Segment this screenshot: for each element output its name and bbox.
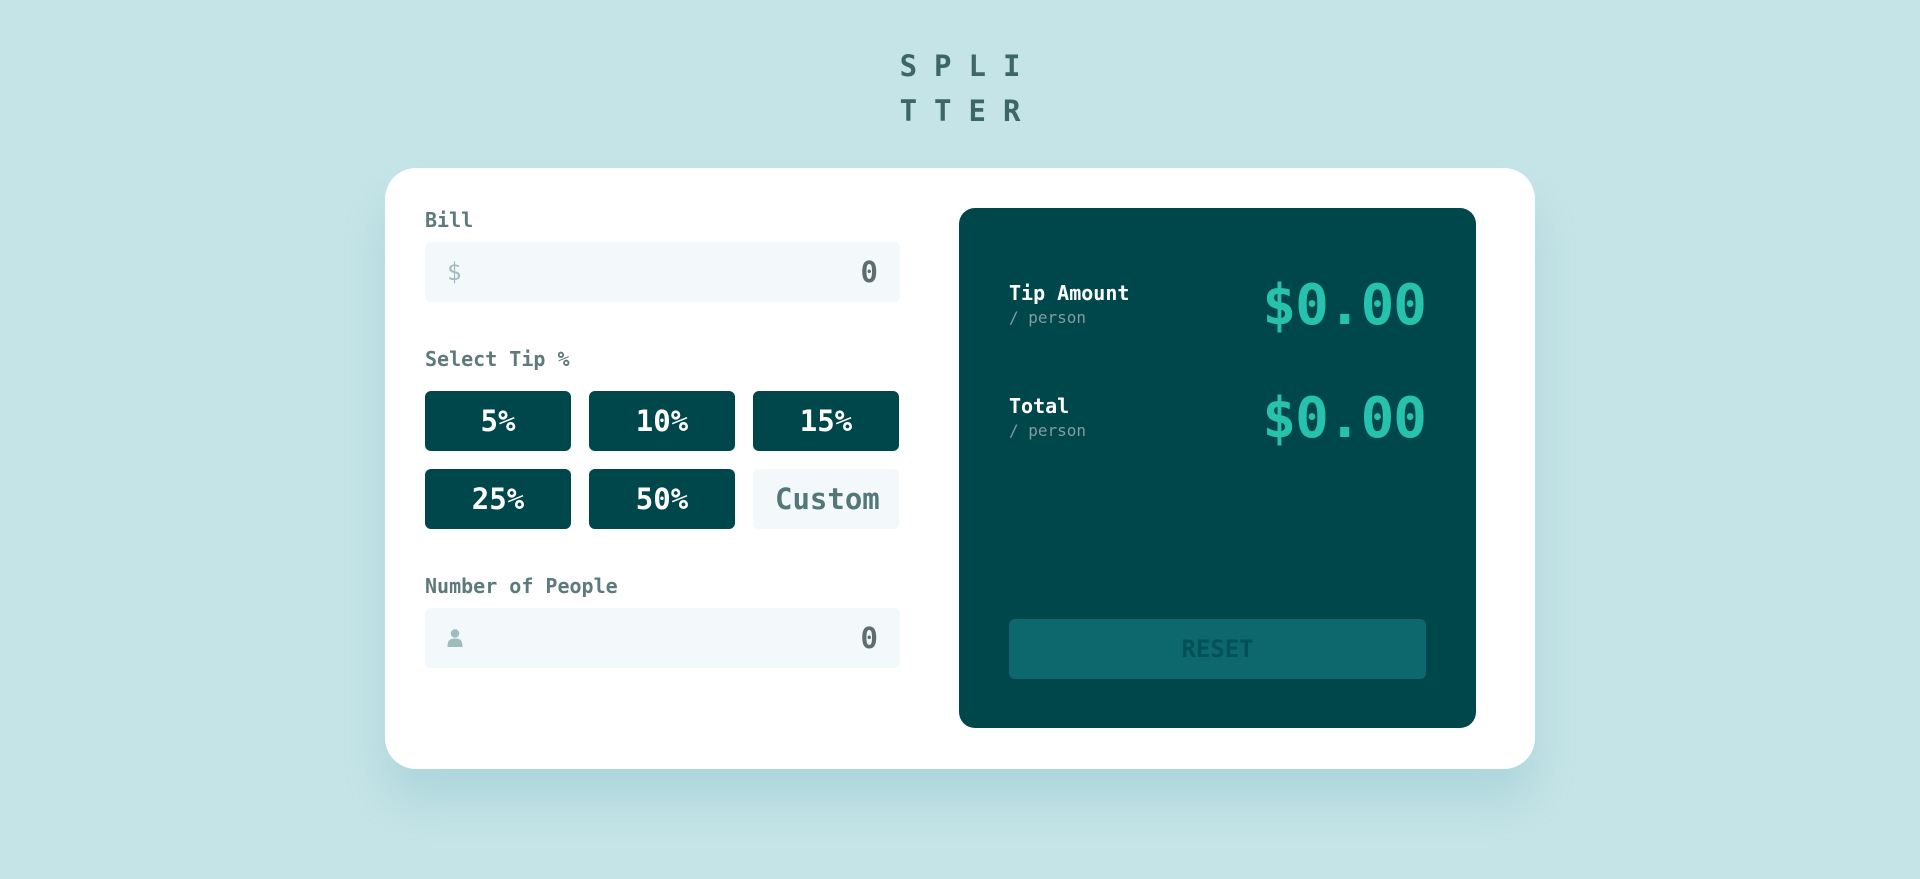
logo-line-1: SPLI [899, 49, 1038, 83]
person-icon [447, 629, 463, 647]
dollar-icon: $ [447, 258, 462, 286]
calculator-card: Bill $ Select Tip % 5% 10% 15% 25% 50% C… [385, 168, 1535, 769]
input-panel: Bill $ Select Tip % 5% 10% 15% 25% 50% C… [425, 208, 900, 668]
people-label: Number of People [425, 574, 618, 598]
bill-label: Bill [425, 208, 474, 232]
select-tip-label: Select Tip % [425, 347, 570, 371]
tip-options: 5% 10% 15% 25% 50% Custom [425, 391, 900, 529]
reset-button[interactable]: RESET [1009, 619, 1426, 679]
bill-field[interactable]: $ [425, 242, 900, 302]
tip-button-10[interactable]: 10% [589, 391, 735, 451]
tip-amount-value: $0.00 [1262, 273, 1427, 338]
tip-button-15[interactable]: 15% [753, 391, 899, 451]
total-row: Total / person $0.00 [1009, 386, 1427, 451]
total-label: Total [1009, 394, 1070, 418]
tip-amount-row: Tip Amount / person $0.00 [1009, 273, 1427, 338]
logo: SPLI TTER [0, 44, 1920, 134]
tip-button-5[interactable]: 5% [425, 391, 571, 451]
bill-input[interactable] [461, 255, 878, 289]
people-field[interactable] [425, 608, 900, 668]
logo-line-2: TTER [899, 94, 1038, 128]
total-per-person: / person [1009, 421, 1087, 440]
tip-button-50[interactable]: 50% [589, 469, 735, 529]
total-value: $0.00 [1262, 386, 1427, 451]
tip-button-25[interactable]: 25% [425, 469, 571, 529]
tip-amount-per-person: / person [1009, 308, 1087, 327]
custom-tip-input[interactable]: Custom [753, 469, 899, 529]
results-panel: Tip Amount / person $0.00 Total / person… [959, 208, 1476, 728]
people-input[interactable] [463, 621, 878, 655]
tip-amount-label: Tip Amount [1009, 281, 1130, 305]
